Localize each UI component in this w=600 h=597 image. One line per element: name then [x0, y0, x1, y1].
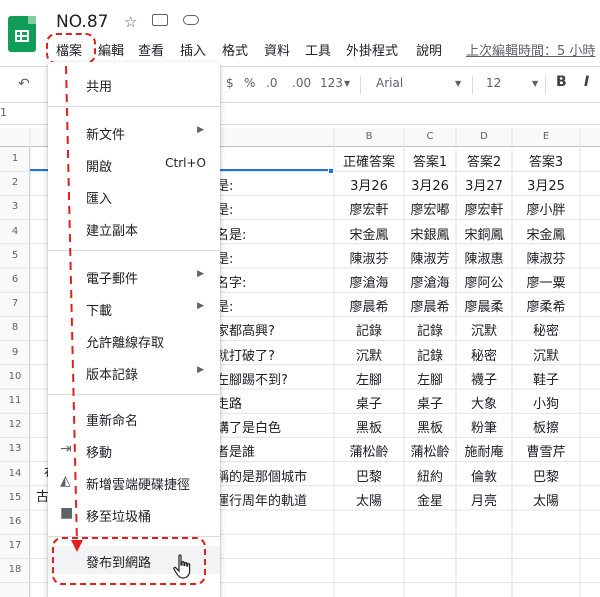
annotation-arrow — [65, 65, 83, 552]
hand-cursor-icon — [173, 554, 191, 579]
